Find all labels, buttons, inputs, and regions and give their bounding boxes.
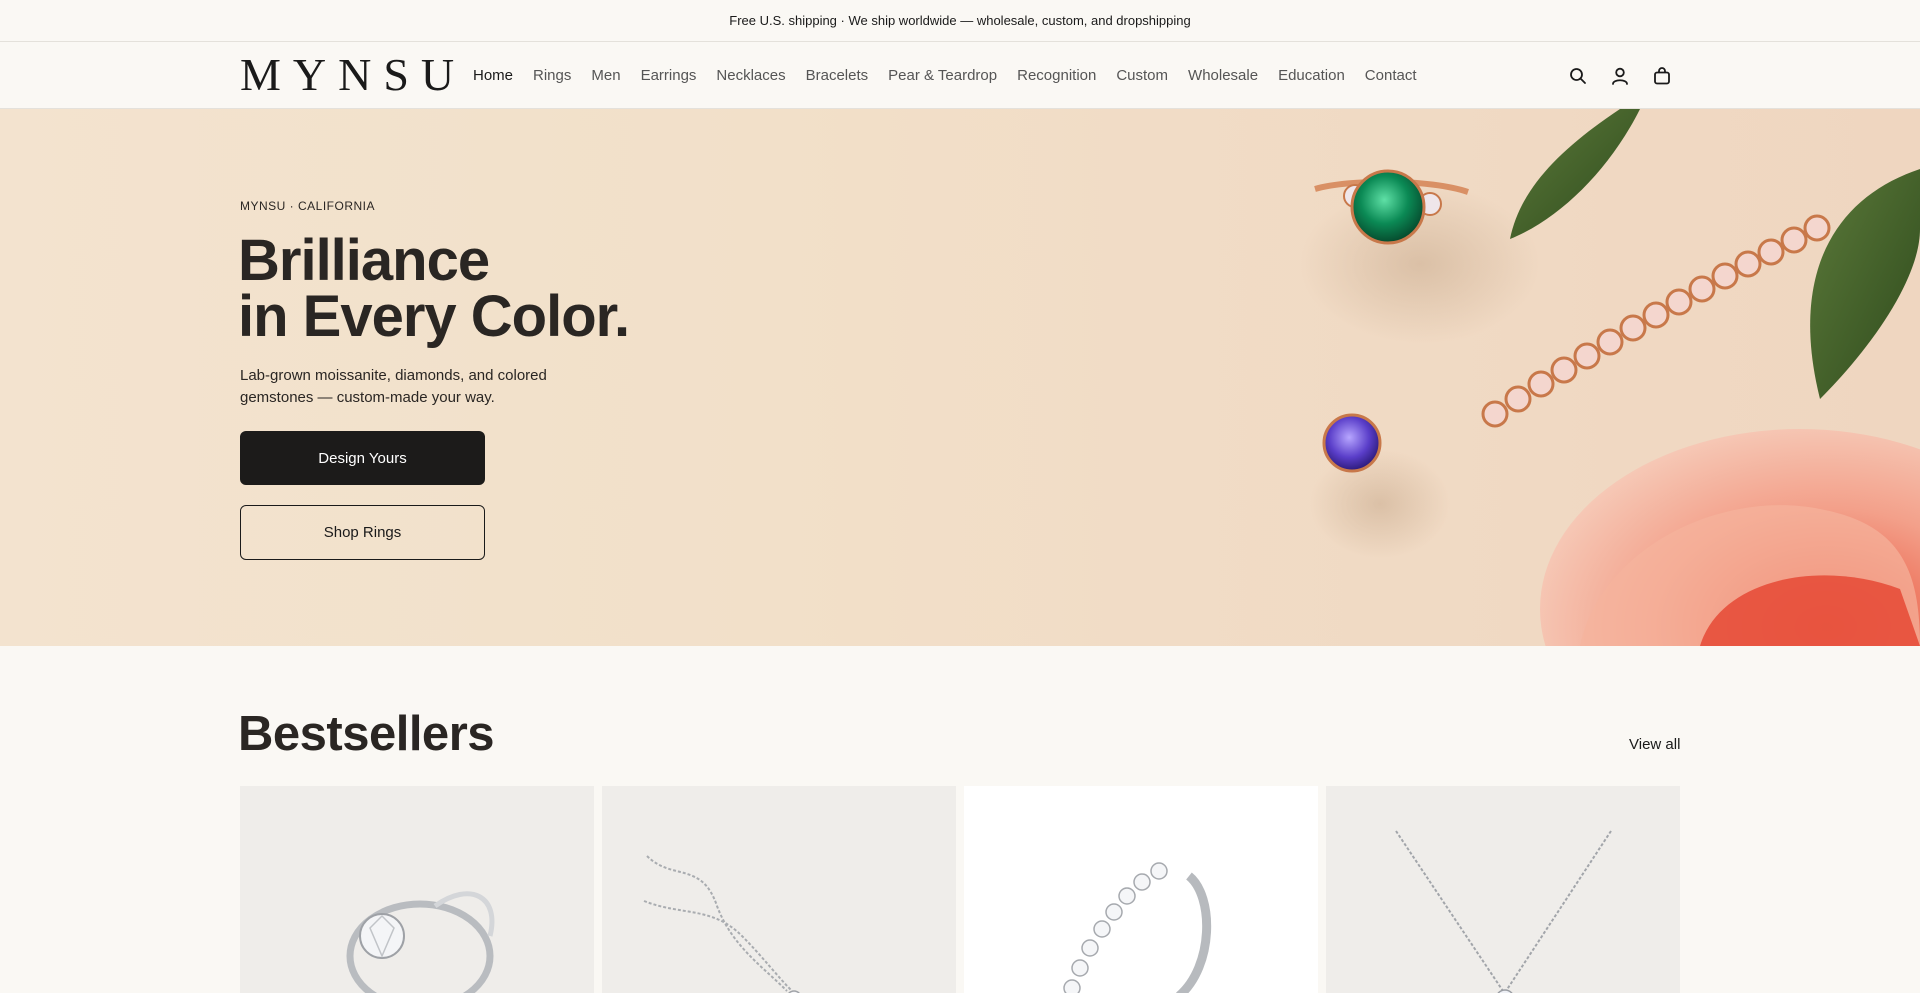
shop-rings-button[interactable]: Shop Rings: [240, 505, 485, 560]
solitaire-pendant-image: [1395, 830, 1612, 993]
bestsellers-title: Bestsellers: [238, 707, 495, 761]
product-card-solitaire-ring[interactable]: [240, 786, 594, 993]
hero-headline-line2: in Every Color.: [238, 284, 630, 349]
site-header: MYNSU Home Rings Men Earrings Necklaces …: [0, 42, 1920, 109]
product-card-pendant-necklace[interactable]: [602, 786, 956, 993]
announcement-bar: Free U.S. shipping · We ship worldwide —…: [0, 0, 1920, 42]
nav-item-men[interactable]: Men: [591, 67, 620, 84]
main-nav: Home Rings Men Earrings Necklaces Bracel…: [473, 42, 1437, 109]
nav-item-home[interactable]: Home: [473, 67, 513, 84]
cart-icon[interactable]: [1652, 66, 1672, 86]
brand-logo[interactable]: MYNSU: [240, 52, 466, 98]
announcement-text: Free U.S. shipping · We ship worldwide —…: [729, 13, 1191, 28]
design-yours-button[interactable]: Design Yours: [240, 431, 485, 485]
hero-subcopy: Lab-grown moissanite, diamonds, and colo…: [240, 367, 547, 406]
nav-item-recognition[interactable]: Recognition: [1017, 67, 1096, 84]
nav-item-pear-teardrop[interactable]: Pear & Teardrop: [888, 67, 997, 84]
hero-eyebrow: MYNSU · CALIFORNIA: [240, 199, 376, 213]
nav-item-bracelets[interactable]: Bracelets: [806, 67, 869, 84]
nav-item-custom[interactable]: Custom: [1116, 67, 1168, 84]
nav-item-rings[interactable]: Rings: [533, 67, 571, 84]
view-all-link[interactable]: View all: [1629, 736, 1680, 753]
account-icon[interactable]: [1610, 66, 1630, 86]
nav-item-necklaces[interactable]: Necklaces: [716, 67, 785, 84]
nav-item-contact[interactable]: Contact: [1365, 67, 1417, 84]
hero-banner: MYNSU · CALIFORNIA Brilliance in Every C…: [0, 109, 1920, 646]
nav-item-wholesale[interactable]: Wholesale: [1188, 67, 1258, 84]
search-icon[interactable]: [1568, 66, 1588, 86]
header-actions: [1568, 42, 1672, 109]
pendant-necklace-image: [643, 855, 800, 993]
hero-headline: Brilliance in Every Color.: [238, 232, 630, 346]
eternity-band-image: [1063, 862, 1212, 993]
product-grid: [240, 786, 1680, 993]
nav-item-education[interactable]: Education: [1278, 67, 1345, 84]
solitaire-ring-image: [346, 891, 495, 993]
nav-item-earrings[interactable]: Earrings: [641, 67, 697, 84]
product-card-solitaire-pendant[interactable]: [1326, 786, 1680, 993]
product-card-eternity-band[interactable]: [964, 786, 1318, 993]
